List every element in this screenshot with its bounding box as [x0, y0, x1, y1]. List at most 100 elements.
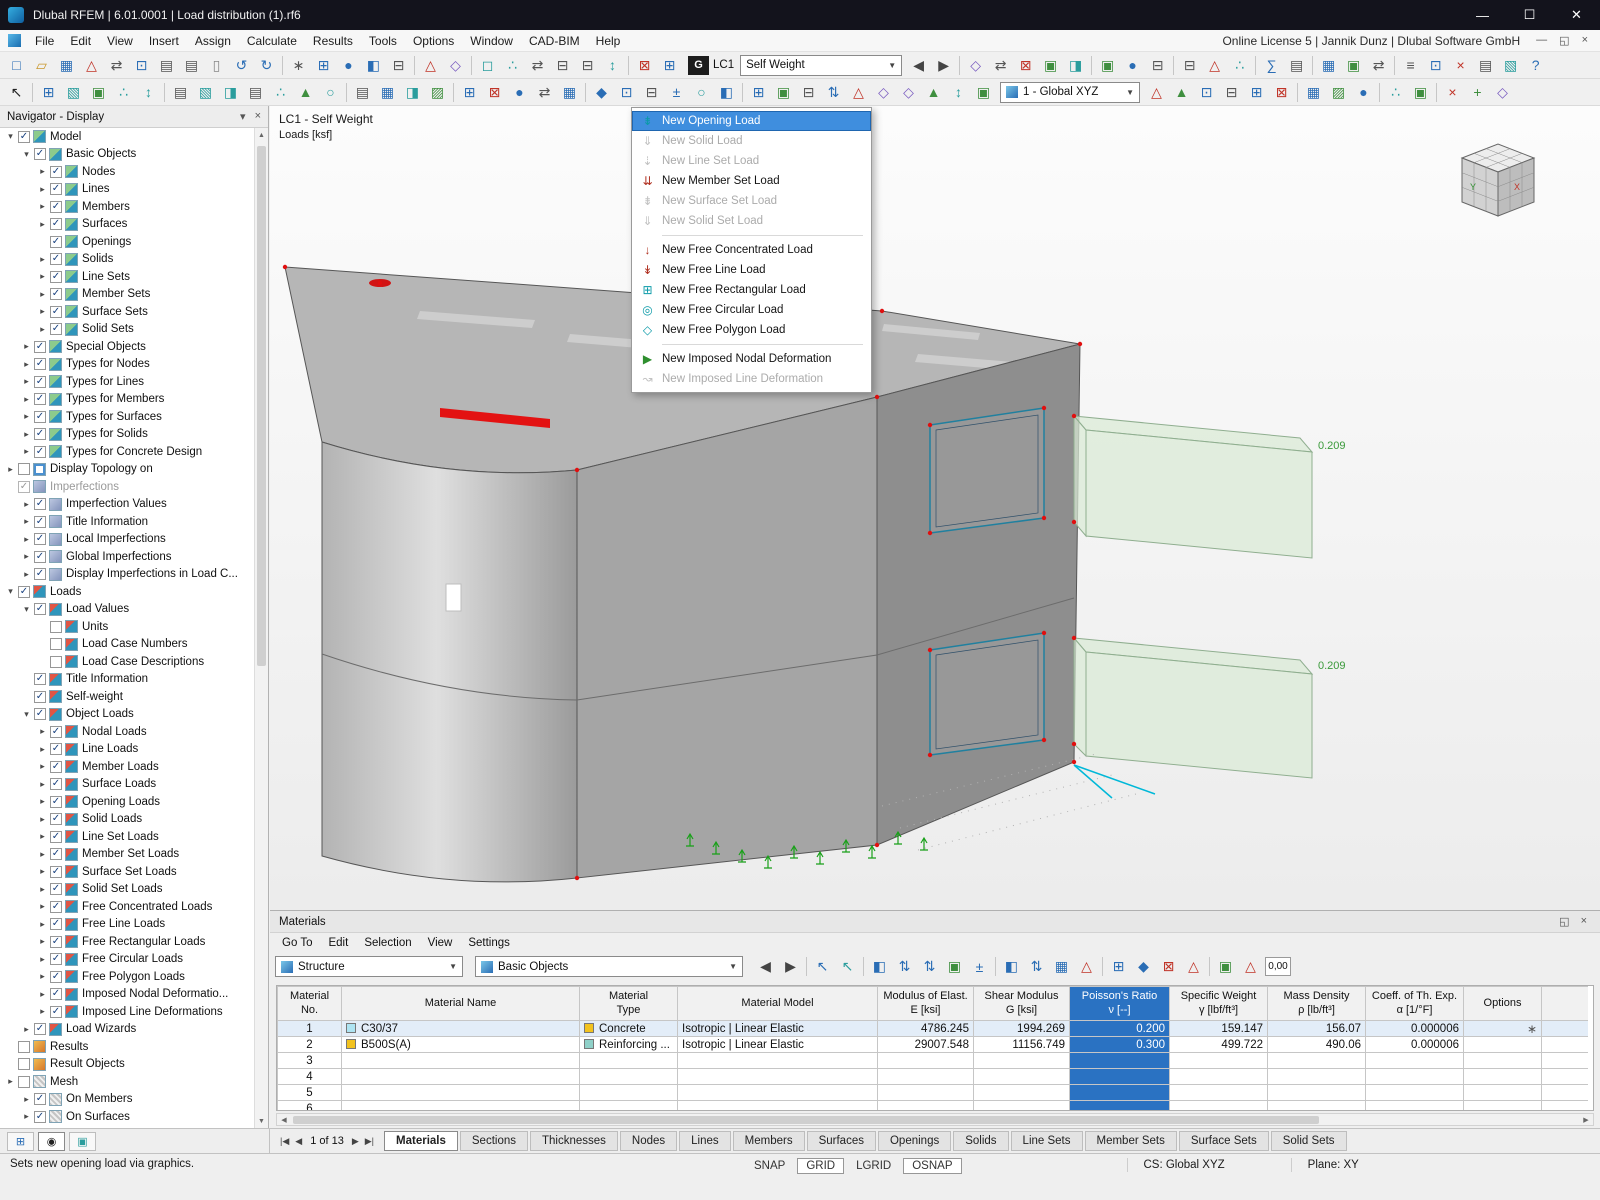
expander-icon[interactable]: ▾	[20, 149, 33, 160]
close-button[interactable]: ✕	[1553, 0, 1600, 30]
mass-density-cell[interactable]	[1268, 1101, 1366, 1112]
load-distribution-volume-1[interactable]	[1074, 416, 1312, 558]
checkbox[interactable]: ✓	[50, 901, 62, 913]
clipboard-icon[interactable]: ▯	[204, 54, 229, 77]
checkbox[interactable]: ✓	[34, 498, 46, 510]
expander-icon[interactable]: ▸	[36, 184, 49, 195]
expander-icon[interactable]: ▸	[36, 831, 49, 842]
tree-item-types-for-nodes[interactable]: ▸✓Types for Nodes	[0, 356, 254, 374]
arc-tool-icon[interactable]: ▤	[243, 81, 268, 104]
expander-icon[interactable]: ▸	[36, 744, 49, 755]
rotate-cw-icon[interactable]: ▣	[1408, 81, 1433, 104]
menu-item-new-opening-load[interactable]: ⇟New Opening Load	[632, 111, 871, 131]
expander-icon[interactable]: ▸	[36, 254, 49, 265]
menu-item-new-free-concentrated-load[interactable]: ↓New Free Concentrated Load	[632, 240, 871, 260]
tree-item-imposed-line-deformations[interactable]: ▸✓Imposed Line Deformations	[0, 1003, 254, 1021]
open-file-icon[interactable]: ▱	[29, 54, 54, 77]
opening-tool-icon[interactable]: ◨	[400, 81, 425, 104]
material-row-4[interactable]: 4	[278, 1069, 1588, 1085]
checkbox[interactable]: ✓	[34, 411, 46, 423]
material-name-cell[interactable]: B500S(A)	[342, 1037, 580, 1053]
options-cell[interactable]	[1464, 1069, 1542, 1085]
checkbox[interactable]: ✓	[50, 1006, 62, 1018]
materials-menu-edit[interactable]: Edit	[320, 937, 356, 949]
close-icon[interactable]: ×	[255, 110, 261, 123]
dlubal-online-icon[interactable]: ▦	[54, 54, 79, 77]
tree-item-load-case-numbers[interactable]: Load Case Numbers	[0, 636, 254, 654]
coordinate-system-status[interactable]: CS: Global XYZ	[1127, 1158, 1241, 1172]
special-select-icon[interactable]: ◇	[1490, 81, 1515, 104]
specific-weight-cell[interactable]	[1170, 1085, 1268, 1101]
next-load-case-icon[interactable]: ▶	[931, 54, 956, 77]
expander-icon[interactable]: ▸	[20, 446, 33, 457]
tree-item-surface-set-loads[interactable]: ▸✓Surface Set Loads	[0, 863, 254, 881]
tree-item-basic-objects[interactable]: ▾✓Basic Objects	[0, 146, 254, 164]
checkbox[interactable]: ✓	[18, 586, 30, 598]
thermal-expansion-cell[interactable]	[1366, 1085, 1464, 1101]
tree-item-lines[interactable]: ▸✓Lines	[0, 181, 254, 199]
tables-toggle-icon[interactable]: ◧	[361, 54, 386, 77]
edit-objects-icon[interactable]: ▧	[61, 81, 86, 104]
material-model-cell[interactable]	[678, 1101, 878, 1112]
poisson-ratio-cell[interactable]	[1070, 1085, 1170, 1101]
checkbox[interactable]: ✓	[50, 726, 62, 738]
shear-modulus-cell[interactable]: 11156.749	[974, 1037, 1070, 1053]
checkbox[interactable]: ✓	[34, 533, 46, 545]
expander-icon[interactable]: ▸	[4, 1076, 17, 1087]
tree-item-load-wizards[interactable]: ▸✓Load Wizards	[0, 1021, 254, 1039]
rotate-view-icon[interactable]: ↕	[600, 54, 625, 77]
menu-options[interactable]: Options	[405, 34, 462, 48]
checkbox[interactable]: ✓	[50, 778, 62, 790]
checkbox[interactable]: ✓	[50, 306, 62, 318]
undo-icon[interactable]: ↺	[229, 54, 254, 77]
expander-icon[interactable]: ▸	[36, 166, 49, 177]
delete-table-icon[interactable]: ◧	[999, 955, 1024, 978]
expander-icon[interactable]: ▸	[36, 289, 49, 300]
load-generator-icon[interactable]: ◧	[714, 81, 739, 104]
expander-icon[interactable]: ▸	[36, 201, 49, 212]
material-type-cell[interactable]: Reinforcing ...	[580, 1037, 678, 1053]
table-tab-surface-sets[interactable]: Surface Sets	[1179, 1131, 1269, 1151]
column-header-shear-modulus-g-ksi[interactable]: Shear ModulusG [ksi]	[974, 987, 1070, 1021]
toggle-grid[interactable]: GRID	[797, 1158, 844, 1174]
checkbox[interactable]: ✓	[34, 673, 46, 685]
expander-icon[interactable]: ▸	[20, 411, 33, 422]
tree-item-solid-set-loads[interactable]: ▸✓Solid Set Loads	[0, 881, 254, 899]
project-navigator-icon[interactable]: △	[79, 54, 104, 77]
expander-icon[interactable]: ▸	[36, 726, 49, 737]
poisson-ratio-cell[interactable]: 0.200	[1070, 1021, 1170, 1037]
menu-item-new-free-polygon-load[interactable]: ◇New Free Polygon Load	[632, 320, 871, 340]
dimension-tool-icon[interactable]: ↕	[136, 81, 161, 104]
support-node-icon[interactable]: ⊞	[457, 81, 482, 104]
menu-results[interactable]: Results	[305, 34, 361, 48]
material-name-cell[interactable]	[342, 1053, 580, 1069]
tree-item-result-objects[interactable]: Result Objects	[0, 1056, 254, 1074]
workplane-yz-icon[interactable]: ⊡	[1194, 81, 1219, 104]
tree-item-surface-sets[interactable]: ▸✓Surface Sets	[0, 303, 254, 321]
expander-icon[interactable]: ▸	[20, 534, 33, 545]
menu-help[interactable]: Help	[588, 34, 629, 48]
cascade-windows-icon[interactable]: ●	[336, 54, 361, 77]
options-cell[interactable]: ∗	[1464, 1021, 1542, 1037]
menu-insert[interactable]: Insert	[141, 34, 187, 48]
checkbox[interactable]: ✓	[34, 446, 46, 458]
tree-item-on-members[interactable]: ▸✓On Members	[0, 1091, 254, 1109]
tree-item-free-circular-loads[interactable]: ▸✓Free Circular Loads	[0, 951, 254, 969]
table-tab-materials[interactable]: Materials	[384, 1131, 458, 1151]
checkbox[interactable]: ✓	[50, 866, 62, 878]
thermal-expansion-cell[interactable]	[1366, 1101, 1464, 1112]
pick-cells-icon[interactable]: ↖	[835, 955, 860, 978]
options-cell[interactable]	[1464, 1037, 1542, 1053]
shear-modulus-cell[interactable]	[974, 1101, 1070, 1112]
navigator-scrollbar[interactable]: ▲ ▼	[254, 128, 268, 1128]
maximize-button[interactable]: ☐	[1506, 0, 1553, 30]
expander-icon[interactable]: ▾	[4, 131, 17, 142]
rotate-ccw-icon[interactable]: ∴	[1383, 81, 1408, 104]
expander-icon[interactable]: ▸	[20, 1094, 33, 1105]
tree-item-surfaces[interactable]: ▸✓Surfaces	[0, 216, 254, 234]
checkbox[interactable]: ✓	[50, 936, 62, 948]
xyz-coords-icon[interactable]: ●	[1120, 54, 1145, 77]
menu-view[interactable]: View	[99, 34, 141, 48]
checkbox[interactable]: ✓	[50, 271, 62, 283]
function-fsum-icon[interactable]: ⊠	[1156, 955, 1181, 978]
